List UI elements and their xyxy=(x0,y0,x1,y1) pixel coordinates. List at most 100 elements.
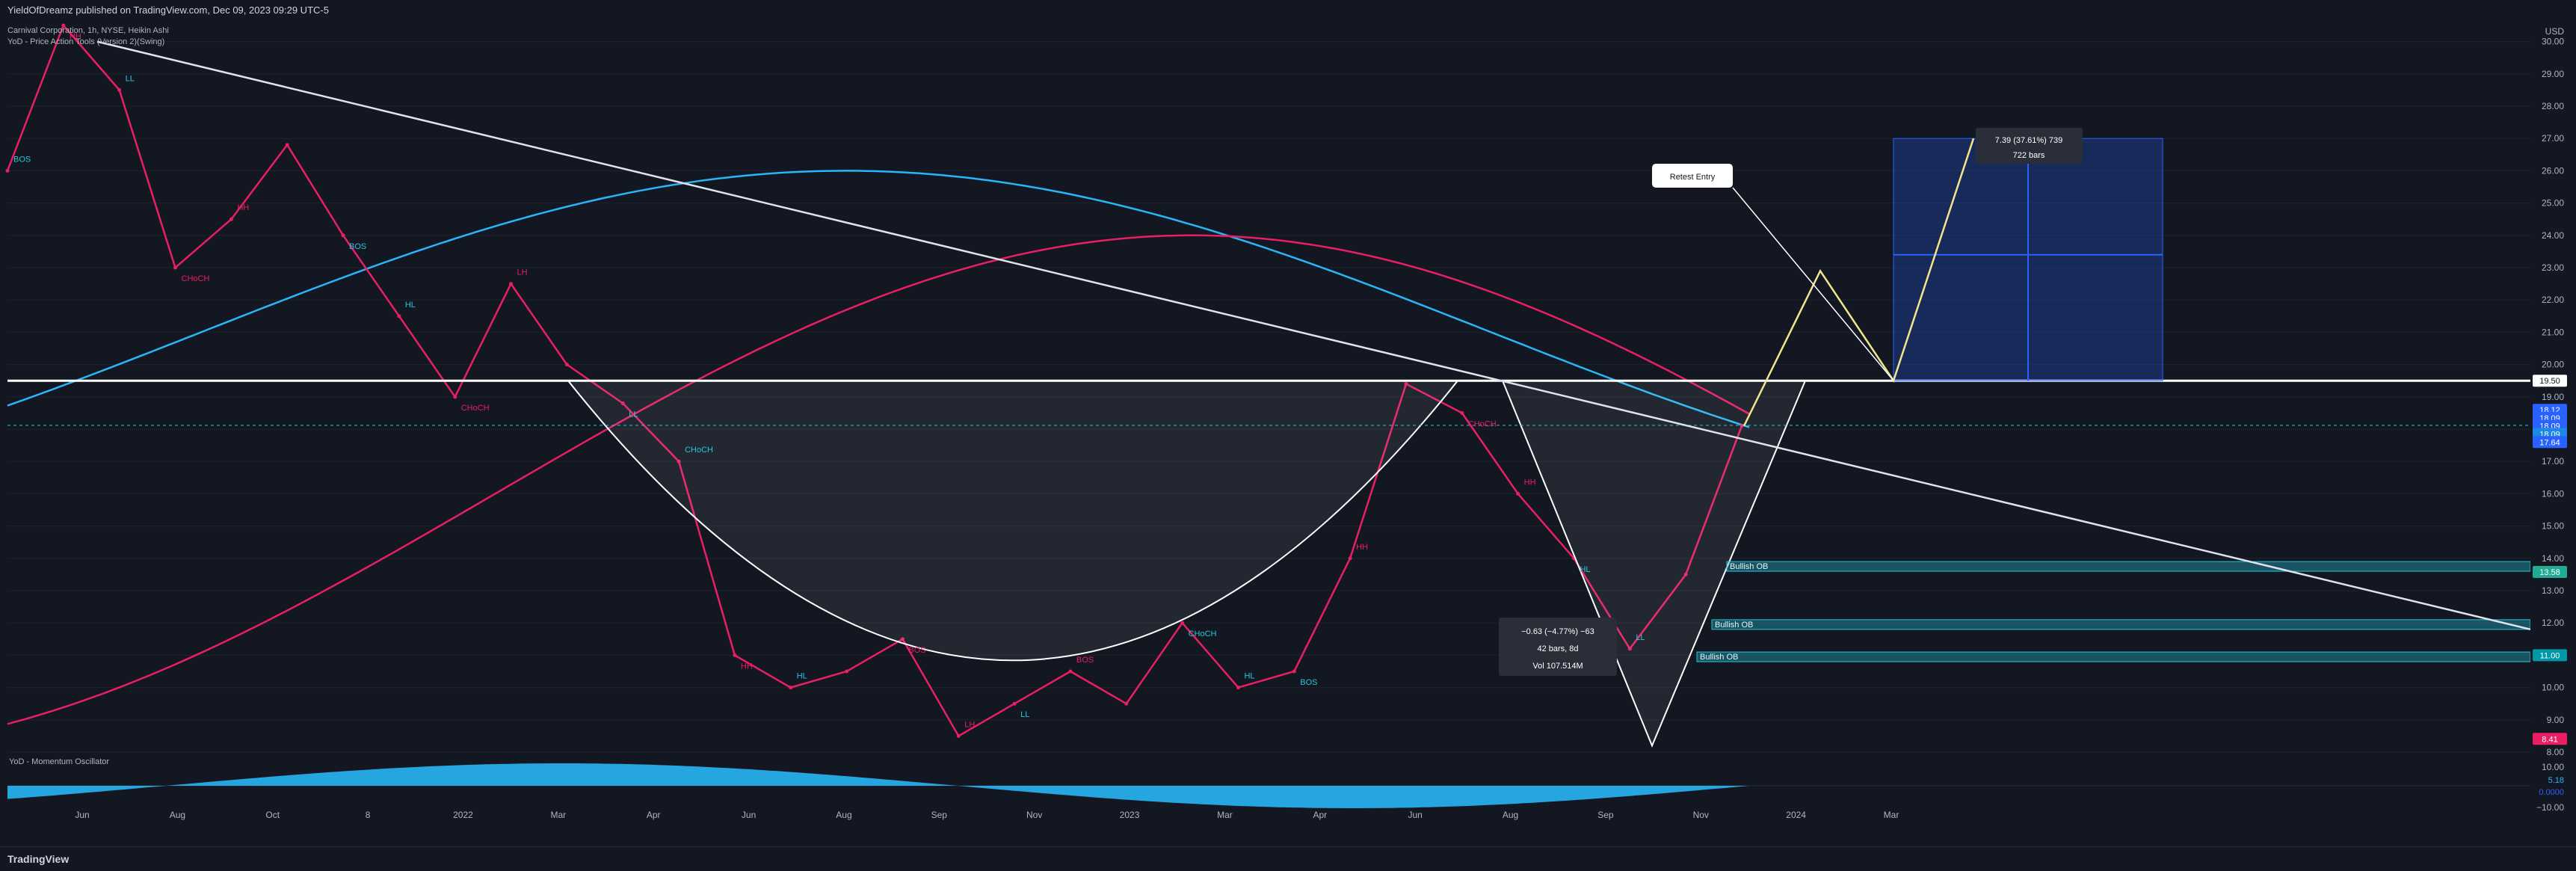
chart-panel[interactable]: Bullish OB Bullish OB Bullish OB 7.39 (37.6… xyxy=(0,19,2576,827)
price-point[interactable] xyxy=(956,733,961,738)
price-point[interactable] xyxy=(1460,410,1464,415)
time-tick: Jun xyxy=(75,810,89,820)
price-chart[interactable]: Bullish OB Bullish OB Bullish OB 7.39 (37.6… xyxy=(0,19,2576,827)
price-point[interactable] xyxy=(1068,669,1073,674)
time-tick: 2022 xyxy=(453,810,473,820)
price-tick: 25.00 xyxy=(2542,198,2564,209)
measure-mid-change: −0.63 (−4.77%) −63 xyxy=(1521,627,1594,636)
price-tick: 23.00 xyxy=(2542,262,2564,273)
time-tick: Aug xyxy=(1503,810,1518,820)
callout-line xyxy=(1732,187,1894,381)
time-tick: 2024 xyxy=(1786,810,1806,820)
time-tick: Jun xyxy=(742,810,756,820)
price-point[interactable] xyxy=(1124,701,1129,706)
order-block[interactable] xyxy=(1696,651,2531,662)
time-tick: Apr xyxy=(647,810,661,820)
structure-label: CHoCH xyxy=(461,404,490,413)
price-label-text: 17.64 xyxy=(2539,438,2560,447)
measure-mid-vol: Vol 107.514M xyxy=(1532,662,1583,671)
price-tick: 20.00 xyxy=(2542,360,2564,370)
time-tick: Mar xyxy=(1884,810,1899,820)
price-label-text: 11.00 xyxy=(2540,651,2560,660)
price-label-text: 13.58 xyxy=(2539,568,2560,577)
price-point[interactable] xyxy=(1516,491,1520,496)
oscillator-title: YoD - Momentum Oscillator xyxy=(9,757,109,766)
price-tick: 13.00 xyxy=(2542,585,2564,596)
trendline[interactable] xyxy=(96,40,2531,631)
structure-label: CHoCH xyxy=(1468,419,1497,428)
structure-label: BOS xyxy=(13,155,31,164)
price-tick: 26.00 xyxy=(2542,165,2564,176)
structure-label: BOS xyxy=(1076,656,1094,665)
osc-value: 5.18 xyxy=(2548,776,2564,785)
price-point[interactable] xyxy=(397,314,401,318)
time-tick: Sep xyxy=(931,810,948,820)
price-point[interactable] xyxy=(5,168,10,173)
price-tick: 24.00 xyxy=(2542,230,2564,241)
price-tick: 17.00 xyxy=(2542,456,2564,467)
order-block-label: Bullish OB xyxy=(1715,621,1753,630)
structure-label: LL xyxy=(1636,633,1645,642)
price-point[interactable] xyxy=(845,669,849,674)
price-point[interactable] xyxy=(1012,701,1017,706)
price-point[interactable] xyxy=(1236,686,1240,690)
price-point[interactable] xyxy=(341,233,345,238)
price-tick: 22.00 xyxy=(2542,295,2564,305)
price-tick: 9.00 xyxy=(2547,715,2565,725)
measure-top-bars: 722 bars xyxy=(2013,151,2045,160)
structure-label: CHoCH xyxy=(685,446,713,455)
price-tick: 30.00 xyxy=(2542,37,2564,47)
order-block[interactable] xyxy=(1726,561,2531,572)
price-point[interactable] xyxy=(789,686,793,690)
structure-label: BOS xyxy=(908,646,925,655)
structure-label: LL xyxy=(126,74,135,83)
structure-label: HL xyxy=(797,672,807,681)
price-point[interactable] xyxy=(564,363,569,367)
price-tick: 29.00 xyxy=(2542,69,2564,79)
measure-top-change: 7.39 (37.61%) 739 xyxy=(1995,136,2063,145)
publisher-line: YieldOfDreamz published on TradingView.c… xyxy=(7,4,329,16)
time-tick: Sep xyxy=(1597,810,1614,820)
structure-label: HH xyxy=(237,203,249,212)
cup-pattern[interactable] xyxy=(566,380,1460,662)
price-point[interactable] xyxy=(117,87,122,92)
structure-label: LL xyxy=(1020,710,1029,719)
price-point[interactable] xyxy=(509,282,514,286)
structure-label: HH xyxy=(1356,543,1368,552)
price-point[interactable] xyxy=(285,143,289,147)
oscillator-area xyxy=(7,763,1749,808)
price-point[interactable] xyxy=(173,265,178,270)
retest-entry-label: Retest Entry xyxy=(1670,173,1716,182)
price-point[interactable] xyxy=(733,653,737,657)
structure-label: HL xyxy=(405,301,416,310)
price-point[interactable] xyxy=(1348,556,1352,561)
price-tick: 27.00 xyxy=(2542,133,2564,144)
price-tick: 15.00 xyxy=(2542,521,2564,532)
price-tick: 14.00 xyxy=(2542,553,2564,564)
currency-label: USD xyxy=(2545,26,2565,37)
osc-value: 0.0000 xyxy=(2539,788,2564,797)
price-tick: 21.00 xyxy=(2542,327,2564,337)
structure-label: HL xyxy=(1244,672,1254,681)
time-tick: Aug xyxy=(170,810,185,820)
price-point[interactable] xyxy=(1292,669,1296,674)
price-tick: 10.00 xyxy=(2542,683,2564,693)
order-block[interactable] xyxy=(1711,619,2531,630)
structure-label: LL xyxy=(629,410,638,419)
structure-label: LH xyxy=(517,268,528,277)
price-tick: 8.00 xyxy=(2547,747,2565,757)
structure-label: CHoCH xyxy=(1189,630,1217,638)
structure-label: HH xyxy=(741,662,753,671)
price-point[interactable] xyxy=(453,395,457,399)
indicator-line: YoD - Price Action Tools (Version 2)(Swi… xyxy=(7,37,164,46)
price-point[interactable] xyxy=(1180,621,1185,625)
order-block-label: Bullish OB xyxy=(1700,653,1738,662)
structure-label: HL xyxy=(1580,565,1590,574)
price-point[interactable] xyxy=(229,217,233,221)
structure-label: LH xyxy=(964,720,975,729)
time-tick: 2023 xyxy=(1120,810,1140,820)
osc-tick: 10.00 xyxy=(2542,762,2564,772)
time-tick: Apr xyxy=(1313,810,1327,820)
price-label-text: 19.50 xyxy=(2539,377,2560,386)
structure-label: BOS xyxy=(349,242,366,251)
